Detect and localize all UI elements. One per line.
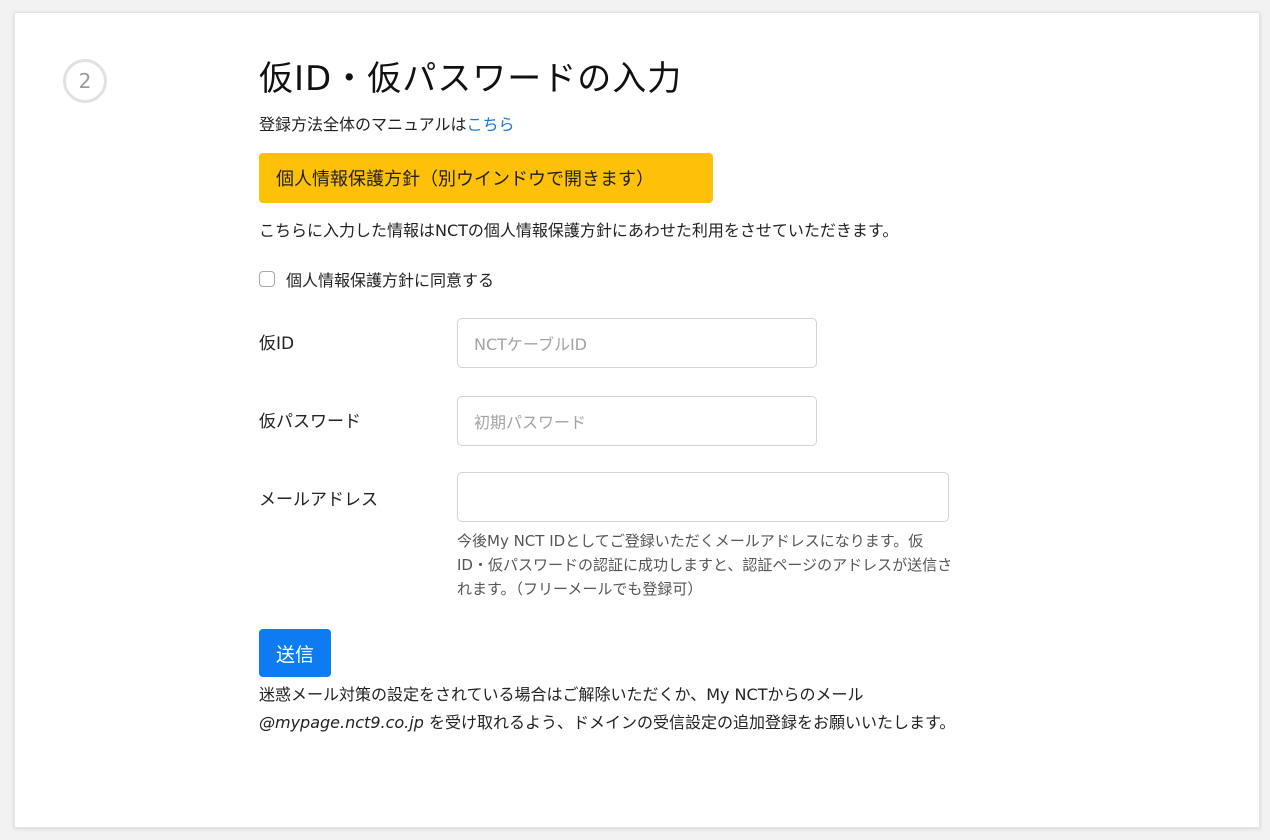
send-button[interactable]: 送信 <box>259 629 331 677</box>
form-card: 2 仮ID・仮パスワードの入力 登録方法全体のマニュアルはこちら 個人情報保護方… <box>14 12 1260 828</box>
email-input[interactable] <box>457 472 949 522</box>
spam-notice-domain: @mypage.nct9.co.jp <box>259 713 424 732</box>
spam-notice-before: 迷惑メール対策の設定をされている場合はご解除いただくか、My NCTからのメール <box>259 685 864 704</box>
temp-password-label: 仮パスワード <box>259 412 361 432</box>
agree-label: 個人情報保護方針に同意する <box>286 271 495 290</box>
email-help-text: 今後My NCT IDとしてご登録いただくメールアドレスになります。仮ID・仮パ… <box>457 532 953 598</box>
privacy-notice-text: こちらに入力した情報はNCTの個人情報保護方針にあわせた利用をさせていただきます… <box>259 221 899 240</box>
spam-notice: 迷惑メール対策の設定をされている場合はご解除いただくか、My NCTからのメール… <box>259 681 1019 737</box>
agree-row[interactable]: 個人情報保護方針に同意する <box>259 267 494 291</box>
temp-id-input[interactable]: NCTケーブルID <box>457 318 817 368</box>
page-title: 仮ID・仮パスワードの入力 <box>259 59 683 99</box>
manual-line: 登録方法全体のマニュアルはこちら <box>259 111 515 135</box>
privacy-policy-button[interactable]: 個人情報保護方針（別ウインドウで開きます） <box>259 153 713 203</box>
temp-password-input[interactable]: 初期パスワード <box>457 396 817 446</box>
agree-checkbox[interactable] <box>259 271 275 287</box>
step-number-badge: 2 <box>63 59 107 103</box>
spam-notice-after: を受け取れるよう、ドメインの受信設定の追加登録をお願いいたします。 <box>423 713 956 732</box>
manual-link[interactable]: こちら <box>467 115 515 134</box>
manual-text: 登録方法全体のマニュアルは <box>259 115 467 134</box>
email-label: メールアドレス <box>259 490 378 510</box>
temp-id-label: 仮ID <box>259 334 295 354</box>
